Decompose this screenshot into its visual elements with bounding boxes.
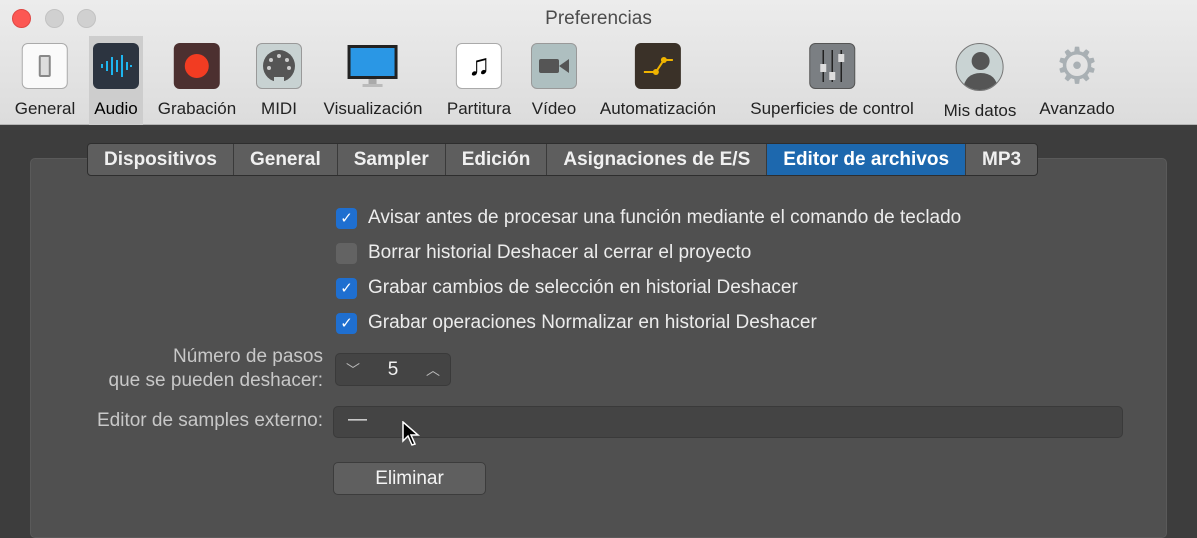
toolbar-label: MIDI (261, 99, 297, 118)
toolbar-label: Superficies de control (750, 99, 914, 118)
music-note-icon: ♫ (456, 43, 502, 89)
toolbar-general[interactable]: General (11, 36, 79, 125)
gear-icon: ⚙ (1054, 38, 1100, 94)
label-line: que se pueden deshacer: (108, 370, 323, 391)
toolbar-label: Audio (94, 99, 138, 118)
toolbar-grabacion[interactable]: Grabación (154, 36, 240, 125)
toolbar-midi[interactable]: MIDI (252, 36, 306, 125)
toolbar-video[interactable]: Vídeo (527, 36, 581, 125)
checkbox-label: Grabar cambios de selección en historial… (368, 277, 798, 298)
faders-icon (808, 43, 855, 89)
toolbar-mis-datos[interactable]: Mis datos (940, 36, 1021, 125)
tab-bar: Dispositivos General Sampler Edición Asi… (87, 143, 1039, 176)
chevron-down-icon[interactable]: ﹀ (346, 360, 360, 380)
toolbar-label: Partitura (446, 99, 512, 118)
undo-steps-label: Número de pasos que se pueden deshacer: (109, 345, 323, 393)
checkmark-icon[interactable]: ✓ (336, 277, 357, 299)
toolbar-partitura[interactable]: ♫ Partitura (443, 36, 515, 125)
checkbox-label: Grabar operaciones Normalizar en histori… (368, 312, 817, 333)
mouse-cursor-icon (402, 421, 420, 446)
toolbar-label: Mis datos (943, 101, 1017, 120)
toolbar-avanzado[interactable]: ⚙ Avanzado (1035, 36, 1118, 125)
checkbox-grabar-seleccion[interactable]: ✓ Grabar cambios de selección en historia… (336, 277, 798, 299)
record-icon (174, 43, 220, 89)
automation-icon (634, 43, 681, 89)
toolbar-label: Grabación (157, 99, 237, 118)
monitor-icon (347, 43, 399, 89)
checkbox-grabar-normalizar[interactable]: ✓ Grabar operaciones Normalizar en histor… (336, 312, 817, 334)
checkmark-icon[interactable]: ✓ (336, 312, 357, 334)
tab-edicion[interactable]: Edición (446, 144, 548, 175)
toolbar-superficies-de-control[interactable]: Superficies de control (746, 36, 917, 125)
toolbar-automatizacion[interactable]: Automatización (596, 36, 720, 125)
external-editor-field[interactable]: — (333, 406, 1123, 438)
chevron-up-icon[interactable]: ︿ (426, 360, 440, 380)
waveform-icon (93, 43, 139, 89)
user-icon (956, 43, 1004, 91)
toolbar-label: Avanzado (1039, 99, 1115, 118)
undo-steps-stepper[interactable]: ﹀ 5 ︿ (335, 353, 451, 386)
toolbar-visualizacion[interactable]: Visualización (320, 36, 427, 125)
checkbox-label: Avisar antes de procesar una función med… (368, 207, 962, 228)
toolbar-label: Automatización (599, 99, 717, 118)
tab-dispositivos[interactable]: Dispositivos (88, 144, 234, 175)
checkmark-icon[interactable]: ✓ (336, 207, 357, 229)
tab-editor-de-archivos[interactable]: Editor de archivos (767, 144, 967, 175)
checkbox-avisar-antes[interactable]: ✓ Avisar antes de procesar una función me… (336, 207, 961, 229)
checkbox-borrar-historial[interactable]: Borrar historial Deshacer al cerrar el p… (336, 242, 751, 264)
tab-asignaciones-es[interactable]: Asignaciones de E/S (547, 144, 768, 175)
midi-connector-icon (256, 43, 302, 89)
window-title: Preferencias (545, 8, 652, 29)
stepper-value: 5 (387, 358, 399, 380)
tab-sampler[interactable]: Sampler (338, 144, 446, 175)
video-camera-icon (531, 43, 577, 89)
remove-button[interactable]: Eliminar (333, 462, 486, 495)
toolbar-label: Vídeo (531, 99, 577, 118)
external-editor-label: Editor de samples externo: (96, 410, 323, 431)
window-titlebar: Preferencias General Audio Grabación MID… (0, 0, 1197, 125)
checkbox-label: Borrar historial Deshacer al cerrar el p… (368, 242, 752, 263)
switch-icon (21, 43, 68, 89)
tab-mp3[interactable]: MP3 (966, 144, 1037, 175)
checkbox-box[interactable] (336, 242, 357, 264)
tab-general[interactable]: General (234, 144, 338, 175)
toolbar-label: General (14, 99, 76, 118)
label-line: Número de pasos (173, 346, 323, 367)
toolbar-audio[interactable]: Audio (89, 36, 143, 125)
toolbar-label: Visualización (323, 99, 423, 118)
